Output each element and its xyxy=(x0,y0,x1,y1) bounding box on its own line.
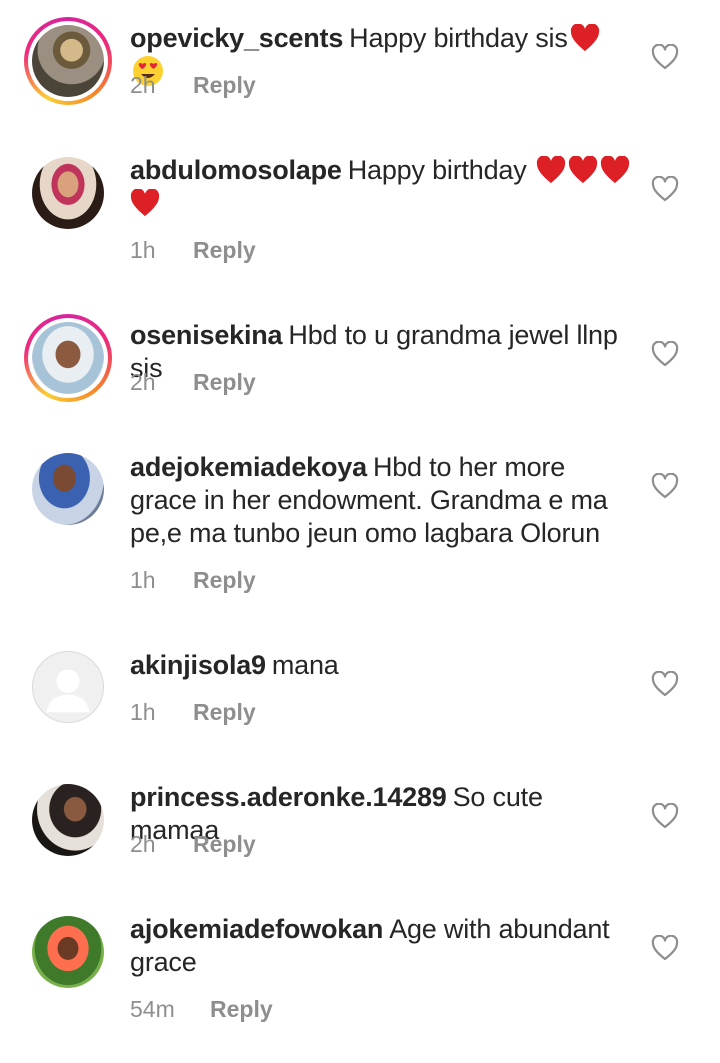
comment-time: 2h xyxy=(130,831,156,857)
reply-button[interactable]: Reply xyxy=(193,831,256,858)
comment-meta: 54m Reply xyxy=(130,996,273,1023)
red-heart-emoji xyxy=(600,156,629,184)
comment-username[interactable]: ajokemiadefowokan xyxy=(130,914,383,944)
avatar xyxy=(32,322,104,394)
reply-button[interactable]: Reply xyxy=(193,237,256,264)
comment-body: Happy birthday xyxy=(347,155,527,185)
comment-time: 54m xyxy=(130,996,175,1022)
avatar-button[interactable] xyxy=(32,784,104,856)
comment-username[interactable]: abdulomosolape xyxy=(130,155,342,185)
reply-button[interactable]: Reply xyxy=(210,996,273,1023)
avatar-button[interactable] xyxy=(32,453,104,525)
comment-text: ajokemiadefowokan Age with abundant grace xyxy=(130,913,630,979)
comment-meta: 1h Reply xyxy=(130,567,256,594)
comment-text: adejokemiadekoya Hbd to her more grace in… xyxy=(130,451,630,550)
heart-outline-icon[interactable] xyxy=(651,44,679,70)
avatar-button[interactable] xyxy=(32,651,104,723)
heart-outline-icon[interactable] xyxy=(651,341,679,367)
story-ring-avatar[interactable] xyxy=(24,314,112,402)
red-heart-emoji xyxy=(536,156,565,184)
comment-body: mana xyxy=(271,650,339,680)
comment-meta: 1h Reply xyxy=(130,699,256,726)
avatar xyxy=(32,453,104,525)
comment-time: 1h xyxy=(130,237,156,263)
avatar xyxy=(32,784,104,856)
heart-outline-icon[interactable] xyxy=(651,671,679,697)
comment-time: 1h xyxy=(130,699,156,725)
red-heart-emoji xyxy=(570,24,599,52)
avatar-button[interactable] xyxy=(32,916,104,988)
default-avatar-icon xyxy=(32,651,104,723)
reply-button[interactable]: Reply xyxy=(193,369,256,396)
heart-outline-icon[interactable] xyxy=(651,803,679,829)
red-heart-emoji xyxy=(568,156,597,184)
comment-time: 2h xyxy=(130,369,156,395)
comment-body: Happy birthday sis xyxy=(349,23,568,53)
comment-username[interactable]: osenisekina xyxy=(130,320,283,350)
comment-meta: 2h Reply xyxy=(130,831,256,858)
comment-meta: 2h Reply xyxy=(130,72,256,99)
comment-time: 1h xyxy=(130,567,156,593)
comment-username[interactable]: opevicky_scents xyxy=(130,23,343,53)
avatar xyxy=(32,916,104,988)
heart-outline-icon[interactable] xyxy=(651,935,679,961)
comment-meta: 1h Reply xyxy=(130,237,256,264)
red-heart-emoji xyxy=(130,189,160,217)
story-ring-avatar[interactable] xyxy=(24,17,112,105)
avatar xyxy=(32,25,104,97)
comment-username[interactable]: adejokemiadekoya xyxy=(130,452,367,482)
heart-outline-icon[interactable] xyxy=(651,176,679,202)
reply-button[interactable]: Reply xyxy=(193,699,256,726)
comment-meta: 2h Reply xyxy=(130,369,256,396)
comment-username[interactable]: princess.aderonke.14289 xyxy=(130,782,447,812)
avatar xyxy=(32,157,104,229)
comment-time: 2h xyxy=(130,72,156,98)
comment-text: abdulomosolape Happy birthday xyxy=(130,154,630,220)
reply-button[interactable]: Reply xyxy=(193,567,256,594)
heart-outline-icon[interactable] xyxy=(651,473,679,499)
avatar-button[interactable] xyxy=(32,157,104,229)
comment-username[interactable]: akinjisola9 xyxy=(130,650,266,680)
reply-button[interactable]: Reply xyxy=(193,72,256,99)
comment-text: akinjisola9 mana xyxy=(130,649,630,682)
